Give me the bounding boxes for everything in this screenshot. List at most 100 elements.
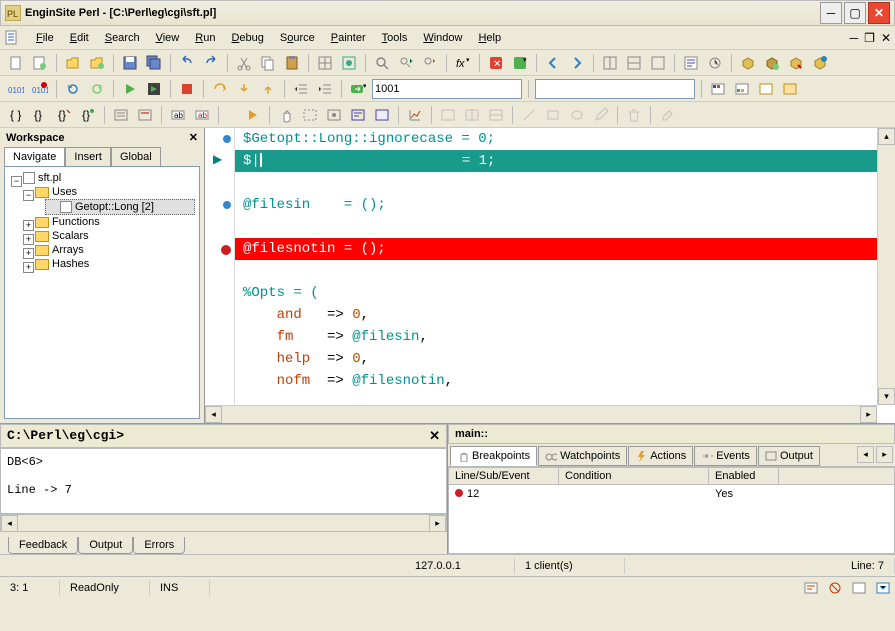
view-3-button[interactable] (372, 105, 392, 125)
close-button[interactable]: ✕ (868, 2, 890, 24)
fx-button[interactable]: fx▾ (453, 53, 473, 73)
tool-b-button[interactable] (705, 53, 725, 73)
step-over-button[interactable] (210, 79, 230, 99)
go-arrow-button[interactable]: ▾ (348, 79, 368, 99)
dbg-tab-left[interactable]: ◂ (857, 446, 874, 463)
tab-navigate[interactable]: Navigate (4, 147, 65, 166)
debug-run-button[interactable] (144, 79, 164, 99)
dbg-tab-right[interactable]: ▸ (876, 446, 893, 463)
tab-global[interactable]: Global (111, 147, 161, 166)
layout-3-button[interactable] (648, 53, 668, 73)
brace-4-button[interactable]: {} (78, 105, 98, 125)
view-1-button[interactable] (324, 105, 344, 125)
maximize-button[interactable]: ▢ (844, 2, 866, 24)
sb-icon-3[interactable] (851, 580, 867, 596)
save-all-button[interactable] (144, 53, 164, 73)
tree-uses[interactable]: Uses (21, 185, 195, 199)
reg-2-button[interactable]: ab (192, 105, 212, 125)
tab-watchpoints[interactable]: Watchpoints (538, 446, 627, 466)
sb-icon-4[interactable] (875, 580, 891, 596)
chart-button[interactable] (405, 105, 425, 125)
scroll-left-button[interactable]: ◂ (205, 406, 222, 423)
grid-1-button[interactable] (438, 105, 458, 125)
menu-file[interactable]: File (28, 29, 62, 47)
tab-events[interactable]: Events (694, 446, 757, 466)
menu-view[interactable]: View (148, 29, 188, 47)
minimize-button[interactable]: ─ (820, 2, 842, 24)
sb-icon-1[interactable] (803, 580, 819, 596)
module-4-button[interactable] (810, 53, 830, 73)
shape-3-button[interactable] (567, 105, 587, 125)
step-out-button[interactable] (258, 79, 278, 99)
brace-3-button[interactable]: {} (54, 105, 74, 125)
run-button[interactable] (120, 79, 140, 99)
tab-dbg-output[interactable]: Output (758, 446, 820, 466)
scroll-right-button[interactable]: ▸ (860, 406, 877, 423)
tab-feedback[interactable]: Feedback (8, 537, 78, 554)
stop-button[interactable] (177, 79, 197, 99)
open-button[interactable] (63, 53, 83, 73)
tree-arrays[interactable]: Arrays (21, 243, 195, 257)
breakpoint-row[interactable]: 12 Yes (449, 485, 894, 503)
tool-a-button[interactable] (681, 53, 701, 73)
console-scroll-left[interactable]: ◂ (1, 515, 18, 532)
tree-hashes[interactable]: Hashes (21, 257, 195, 271)
replace-button[interactable] (420, 53, 440, 73)
module-1-button[interactable] (738, 53, 758, 73)
nav-right-button[interactable] (243, 105, 263, 125)
editor-hscroll[interactable]: ◂ ▸ (205, 405, 877, 423)
menu-window[interactable]: Window (415, 29, 470, 47)
col-line[interactable]: Line/Sub/Event (449, 468, 559, 484)
combo-1[interactable] (372, 79, 522, 99)
block-2-button[interactable] (135, 105, 155, 125)
menu-edit[interactable]: Edit (62, 29, 97, 47)
tab-breakpoints[interactable]: Breakpoints (450, 446, 537, 466)
layout-1-button[interactable] (600, 53, 620, 73)
next-arrow-button[interactable] (567, 53, 587, 73)
console-scroll-right[interactable]: ▸ (429, 515, 446, 532)
tree-functions[interactable]: Functions (21, 215, 195, 229)
menu-source[interactable]: Source (272, 29, 323, 47)
tree-getopt[interactable]: Getopt::Long [2] (45, 199, 195, 215)
sync-button[interactable] (87, 79, 107, 99)
console-close-button[interactable]: ✕ (429, 428, 440, 444)
code-editor[interactable]: ▶ $Getopt::Long::ignorecase = 0; $|= 1; … (205, 128, 895, 423)
toggle-2-button[interactable] (339, 53, 359, 73)
mdi-restore-button[interactable]: ❐ (864, 31, 875, 45)
find-next-button[interactable] (396, 53, 416, 73)
brace-1-button[interactable]: { } (6, 105, 26, 125)
brace-2-button[interactable]: {} (30, 105, 50, 125)
toggle-1-button[interactable] (315, 53, 335, 73)
palette-4-button[interactable] (780, 79, 800, 99)
breakpoint-marker[interactable] (223, 135, 231, 143)
new-project-button[interactable] (30, 53, 50, 73)
refresh-button[interactable] (63, 79, 83, 99)
block-1-button[interactable] (111, 105, 131, 125)
sb-icon-2[interactable] (827, 580, 843, 596)
menu-search[interactable]: Search (97, 29, 148, 47)
tree-root[interactable]: sft.pl (9, 171, 195, 185)
code-area[interactable]: $Getopt::Long::ignorecase = 0; $|= 1; @f… (235, 128, 877, 405)
mdi-close-button[interactable]: ✕ (881, 31, 891, 45)
find-button[interactable] (372, 53, 392, 73)
stop-red-button[interactable]: ✕ (486, 53, 506, 73)
col-condition[interactable]: Condition (559, 468, 709, 484)
menu-help[interactable]: Help (470, 29, 509, 47)
redo-button[interactable] (201, 53, 221, 73)
binary-2-button[interactable]: 0101 (30, 79, 50, 99)
workspace-close-button[interactable]: ✕ (189, 131, 198, 144)
paste-button[interactable] (282, 53, 302, 73)
prev-arrow-button[interactable] (543, 53, 563, 73)
outdent-button[interactable] (291, 79, 311, 99)
reg-1-button[interactable]: ab (168, 105, 188, 125)
tab-output[interactable]: Output (78, 537, 133, 554)
tree-scalars[interactable]: Scalars (21, 229, 195, 243)
trash-button[interactable] (624, 105, 644, 125)
menu-tools[interactable]: Tools (374, 29, 416, 47)
shape-2-button[interactable] (543, 105, 563, 125)
tab-actions[interactable]: Actions (628, 446, 693, 466)
editor-vscroll[interactable]: ▴ ▾ (877, 128, 895, 405)
dotted-rect-button[interactable] (300, 105, 320, 125)
eraser-button[interactable] (657, 105, 677, 125)
scroll-up-button[interactable]: ▴ (878, 128, 895, 145)
